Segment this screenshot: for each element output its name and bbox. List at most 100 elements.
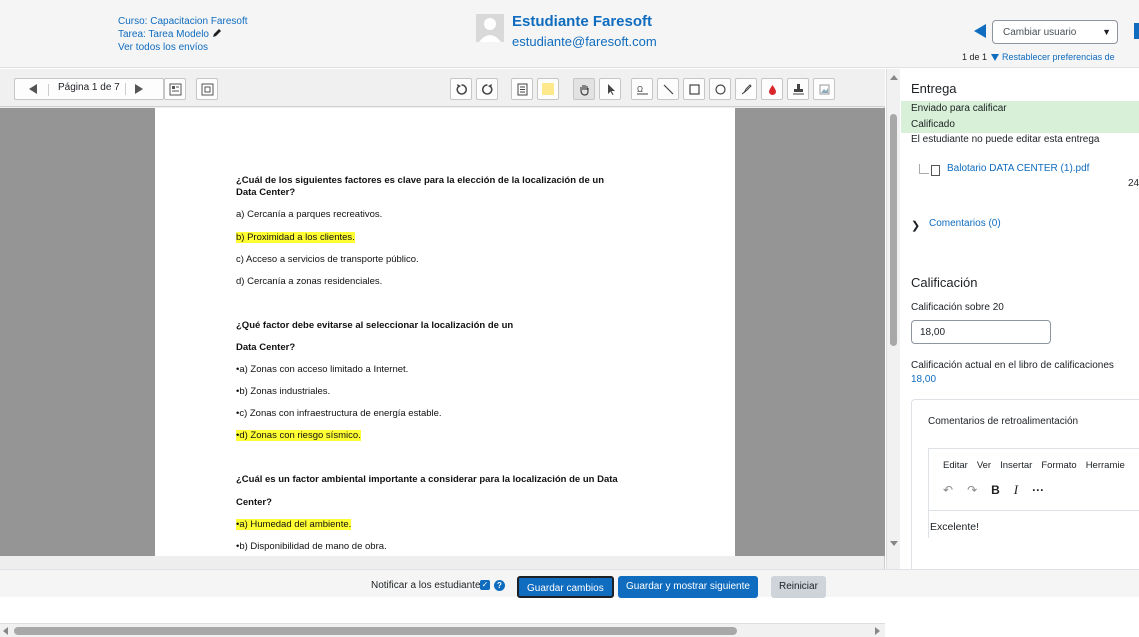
submitted-file-link[interactable]: Balotario DATA CENTER (1).pdf [947, 163, 1089, 174]
line-icon[interactable] [657, 78, 679, 100]
scroll-down-icon[interactable] [890, 541, 898, 546]
pen-icon[interactable] [735, 78, 757, 100]
svg-text:Ω: Ω [637, 85, 643, 94]
dropdown-arrow-icon: ▼ [1102, 27, 1111, 37]
answer-option: a) Cercanía a parques recreativos. [236, 209, 383, 220]
page-select[interactable]: Página 1 de 7 [58, 82, 120, 93]
tree-connector [919, 164, 929, 174]
next-page-icon[interactable] [135, 84, 143, 94]
menu-insert[interactable]: Insertar [1000, 460, 1032, 471]
question-1-line-1: ¿Cuál de los siguientes factores es clav… [236, 175, 604, 186]
rectangle-icon[interactable] [683, 78, 705, 100]
user-count: 1 de 1 [962, 52, 988, 62]
user-count-row: 1 de 1 Restablecer preferencias de [962, 52, 1115, 62]
file-icon [931, 165, 940, 176]
question-3-line-1: ¿Cuál es un factor ambiental importante … [236, 474, 618, 485]
comments-toggle[interactable]: Comentarios (0) [929, 218, 1001, 229]
stamp-icon[interactable] [787, 78, 809, 100]
scroll-left-icon[interactable] [3, 627, 8, 635]
file-date: 24 [1128, 178, 1139, 189]
comment-icon[interactable] [511, 78, 533, 100]
previous-user-icon[interactable] [974, 24, 986, 38]
pdf-page[interactable]: ¿Cuál de los siguientes factores es clav… [155, 108, 735, 556]
bold-icon[interactable]: B [991, 483, 1000, 497]
filter-icon[interactable] [991, 54, 1000, 61]
answer-option: •a) Humedad del ambiente. [236, 519, 352, 531]
stamp-text-icon[interactable]: Ω [631, 78, 653, 100]
avatar [476, 14, 504, 42]
gradebook-value[interactable]: 18,00 [911, 374, 936, 385]
next-user-icon[interactable] [1134, 23, 1139, 39]
pan-icon[interactable] [573, 78, 595, 100]
submission-heading: Entrega [911, 81, 957, 96]
save-button[interactable]: Guardar cambios [517, 576, 614, 598]
pdf-viewer: Página 1 de 7 Ω ¿Cuál de los siguientes … [0, 69, 885, 637]
answer-option: •d) Zonas con riesgo sísmico. [236, 430, 361, 442]
vertical-scroll-thumb[interactable] [890, 114, 897, 346]
highlighted-answer[interactable]: •d) Zonas con riesgo sísmico. [236, 430, 361, 441]
grade-label: Calificación sobre 20 [911, 302, 1004, 313]
rotate-left-icon[interactable] [450, 78, 472, 100]
reset-preferences-link[interactable]: Restablecer preferencias de [1002, 52, 1115, 62]
horizontal-scroll-thumb[interactable] [14, 627, 737, 635]
student-name[interactable]: Estudiante Faresoft [512, 13, 652, 30]
color-icon[interactable] [537, 78, 559, 100]
annotation-toolbar: Página 1 de 7 Ω [0, 69, 885, 107]
question-3-line-2: Center? [236, 497, 272, 508]
answer-option: d) Cercanía a zonas residenciales. [236, 276, 383, 287]
question-2-line-2: Data Center? [236, 342, 296, 353]
change-user-select[interactable]: Cambiar usuario ▼ [992, 20, 1118, 44]
image-icon[interactable] [813, 78, 835, 100]
rotate-right-icon[interactable] [476, 78, 498, 100]
answer-option: •b) Disponibilidad de mano de obra. [236, 541, 387, 552]
grading-panel: Entrega Enviado para calificar Calificad… [901, 69, 1139, 569]
oval-icon[interactable] [709, 78, 731, 100]
menu-edit[interactable]: Editar [943, 460, 968, 471]
divider [125, 83, 126, 95]
more-icon[interactable]: ··· [1032, 483, 1044, 497]
grade-input[interactable]: 18,00 [911, 320, 1051, 344]
notify-checkbox[interactable]: ✓ [480, 580, 490, 590]
menu-tools[interactable]: Herramie [1086, 460, 1125, 471]
status-graded: Calificado [901, 117, 1139, 133]
highlighted-answer[interactable]: b) Proximidad a los clientes. [236, 232, 355, 243]
gradebook-label: Calificación actual en el libro de calif… [911, 360, 1114, 371]
reset-button[interactable]: Reiniciar [771, 576, 826, 598]
feedback-title: Comentarios de retroalimentación [928, 416, 1079, 427]
feedback-editor-body[interactable]: Excelente! [928, 510, 1139, 569]
editor-menubar: Editar Ver Insertar Formato Herramie [943, 460, 1134, 471]
course-info: Curso: Capacitacion Faresoft Tarea: Tare… [118, 15, 248, 54]
pencil-icon[interactable] [212, 28, 222, 38]
redo-icon[interactable]: ↷ [967, 483, 977, 497]
undo-icon[interactable]: ↶ [943, 483, 953, 497]
course-link[interactable]: Curso: Capacitacion Faresoft [118, 16, 248, 27]
help-icon[interactable]: ? [494, 580, 505, 591]
menu-format[interactable]: Formato [1041, 460, 1076, 471]
edit-status: El estudiante no puede editar esta entre… [911, 134, 1100, 145]
answer-option: c) Acceso a servicios de transporte públ… [236, 254, 419, 265]
fullscreen-icon[interactable] [196, 78, 218, 100]
answer-option: b) Proximidad a los clientes. [236, 232, 355, 244]
assignment-link[interactable]: Tarea: Tarea Modelo [118, 29, 209, 40]
vertical-scrollbar[interactable] [886, 69, 900, 569]
menu-view[interactable]: Ver [977, 460, 991, 471]
thumbnail-icon[interactable] [164, 78, 186, 100]
answer-option: •a) Zonas con acceso limitado a Internet… [236, 364, 409, 375]
question-2-line-1: ¿Qué factor debe evitarse al seleccionar… [236, 320, 514, 331]
select-icon[interactable] [599, 78, 621, 100]
pdf-canvas[interactable]: ¿Cuál de los siguientes factores es clav… [0, 108, 885, 556]
italic-icon[interactable]: I [1014, 482, 1018, 497]
scroll-up-icon[interactable] [890, 75, 898, 80]
view-all-submissions-link[interactable]: Ver todos los envíos [118, 42, 208, 53]
highlight-icon[interactable] [761, 78, 783, 100]
scroll-right-icon[interactable] [875, 627, 880, 635]
grader-header: Curso: Capacitacion Faresoft Tarea: Tare… [0, 0, 1139, 68]
horizontal-scrollbar[interactable] [0, 623, 885, 637]
footer-bar: Notificar a los estudiantes ✓ ? Guardar … [0, 569, 1139, 598]
chevron-right-icon[interactable]: ❯ [911, 219, 920, 232]
prev-page-icon[interactable] [29, 84, 37, 94]
save-and-next-button[interactable]: Guardar y mostrar siguiente [618, 576, 758, 598]
answer-option: •b) Zonas industriales. [236, 386, 331, 397]
editor-toolbar: ↶ ↷ B I ··· [943, 482, 1058, 498]
highlighted-answer[interactable]: •a) Humedad del ambiente. [236, 519, 352, 530]
